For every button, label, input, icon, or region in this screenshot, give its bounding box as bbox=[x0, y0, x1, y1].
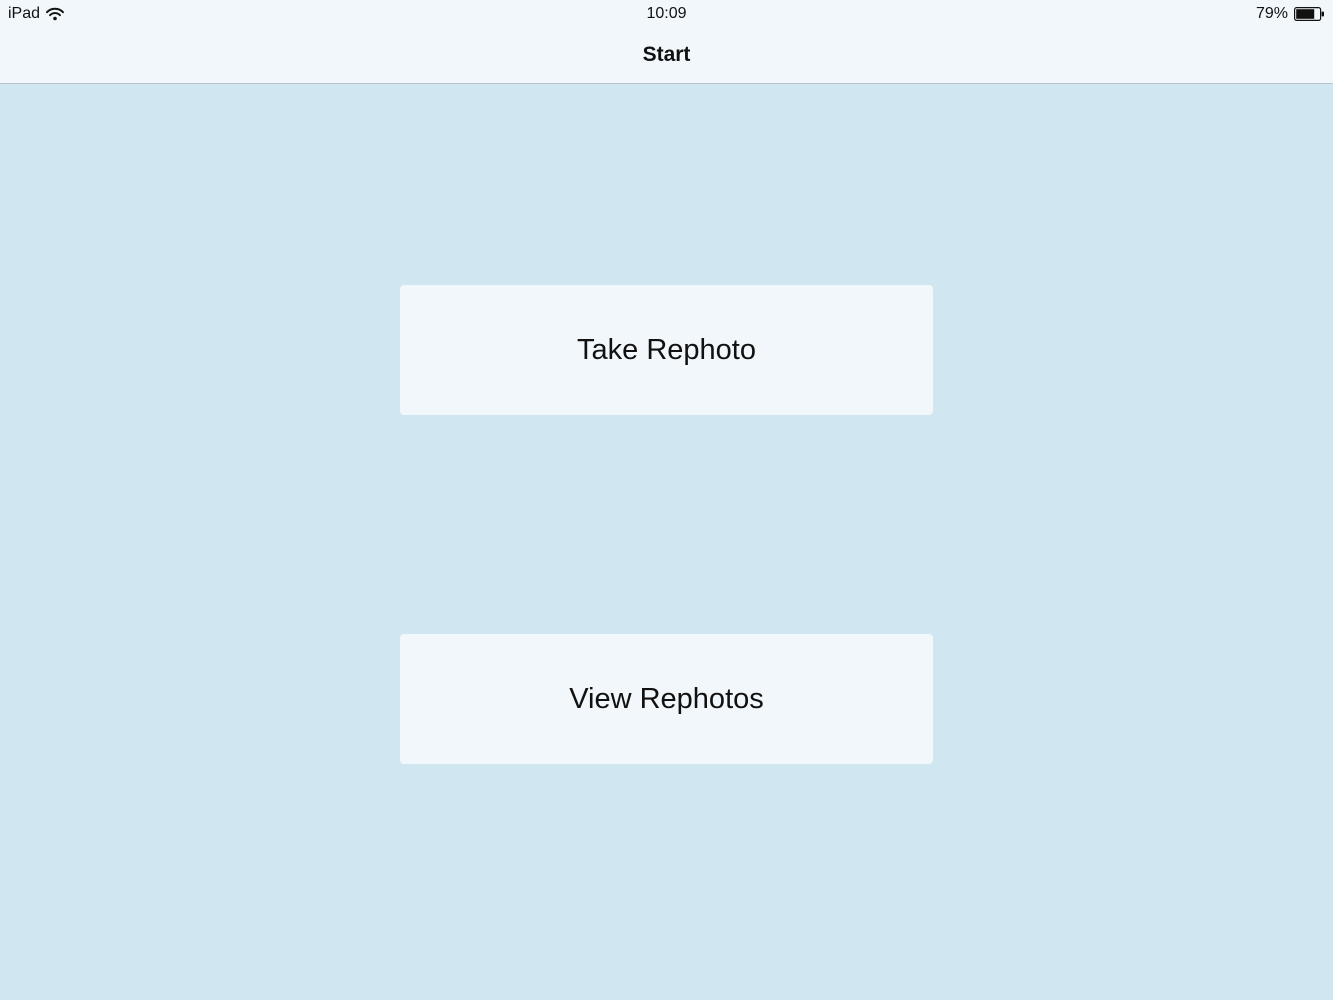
page-title: Start bbox=[642, 43, 691, 66]
view-rephotos-label: View Rephotos bbox=[569, 682, 764, 715]
status-bar-left: iPad bbox=[8, 4, 64, 24]
status-bar-right: 79% bbox=[1256, 4, 1325, 24]
take-rephoto-button[interactable]: Take Rephoto bbox=[400, 285, 933, 415]
top-bar: iPad 10:09 79% Start bbox=[0, 0, 1333, 84]
device-label: iPad bbox=[8, 5, 41, 22]
status-time: 10:09 bbox=[646, 5, 687, 22]
battery-icon bbox=[1294, 7, 1324, 21]
view-rephotos-button[interactable]: View Rephotos bbox=[400, 634, 933, 764]
wifi-icon bbox=[46, 7, 64, 21]
battery-percent: 79% bbox=[1255, 5, 1288, 22]
take-rephoto-label: Take Rephoto bbox=[577, 333, 756, 366]
app-screen: iPad 10:09 79% Start Take Rephoto View R… bbox=[0, 0, 1333, 1000]
